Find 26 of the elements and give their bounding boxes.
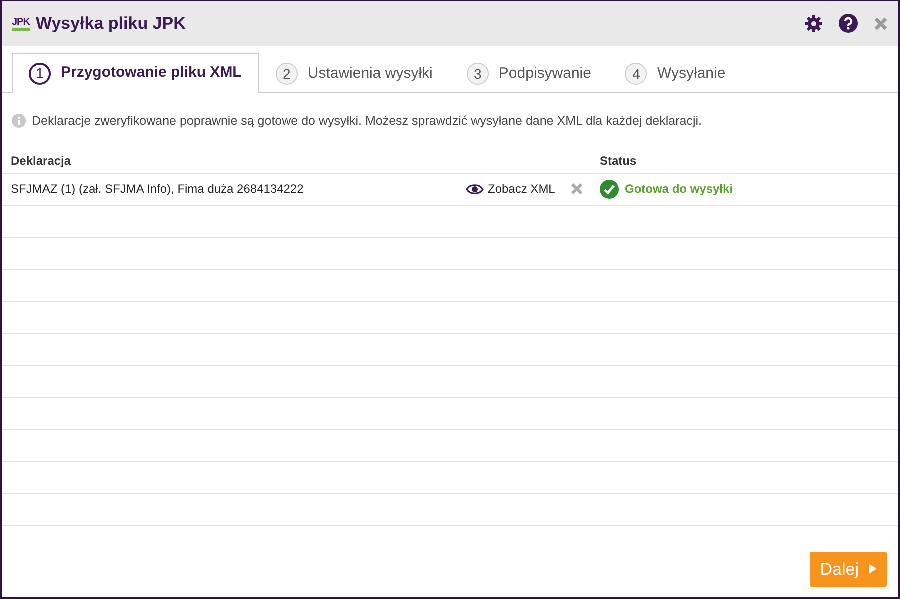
view-xml-link[interactable]: Zobacz XML bbox=[466, 180, 556, 198]
step-tab[interactable]: 4 Wysyłanie bbox=[608, 54, 743, 93]
window-title: Wysyłka pliku JPK bbox=[36, 12, 186, 35]
help-icon[interactable] bbox=[839, 14, 858, 33]
column-header: Deklaracja bbox=[11, 154, 72, 168]
status-text: Gotowa do wysyłki bbox=[625, 181, 734, 198]
step-label: Ustawienia wysyłki bbox=[308, 64, 433, 84]
step-label: Podpisywanie bbox=[498, 64, 592, 84]
step-number: 4 bbox=[625, 63, 648, 85]
info-text: Deklaracje zweryfikowane poprawnie są gotowe do wysyłki. Możesz sprawdzić wysyłane dane XML dla każdej deklaracji. bbox=[32, 113, 702, 130]
declaration-name: SFJMAZ (1) (zał. SFJMA Info), Fima duża 2684134222 bbox=[11, 182, 304, 196]
info-icon bbox=[12, 114, 26, 128]
check-icon bbox=[600, 180, 619, 199]
step-number: 2 bbox=[276, 63, 298, 85]
eye-icon bbox=[466, 184, 484, 195]
logo: JPK bbox=[12, 16, 30, 30]
step-tab[interactable]: 2 Ustawienia wysyłki bbox=[258, 54, 450, 93]
step-tab[interactable]: 1 Przygotowanie pliku XML bbox=[12, 53, 259, 93]
step-label: Przygotowanie pliku XML bbox=[61, 63, 242, 84]
step-tab[interactable]: 3 Podpisywanie bbox=[450, 54, 608, 93]
step-number: 1 bbox=[29, 62, 51, 84]
column-header: Status bbox=[600, 154, 637, 168]
play-icon bbox=[869, 564, 877, 574]
settings-icon[interactable] bbox=[805, 14, 823, 32]
step-label: Wysyłanie bbox=[657, 64, 726, 84]
step-number: 3 bbox=[466, 63, 489, 85]
